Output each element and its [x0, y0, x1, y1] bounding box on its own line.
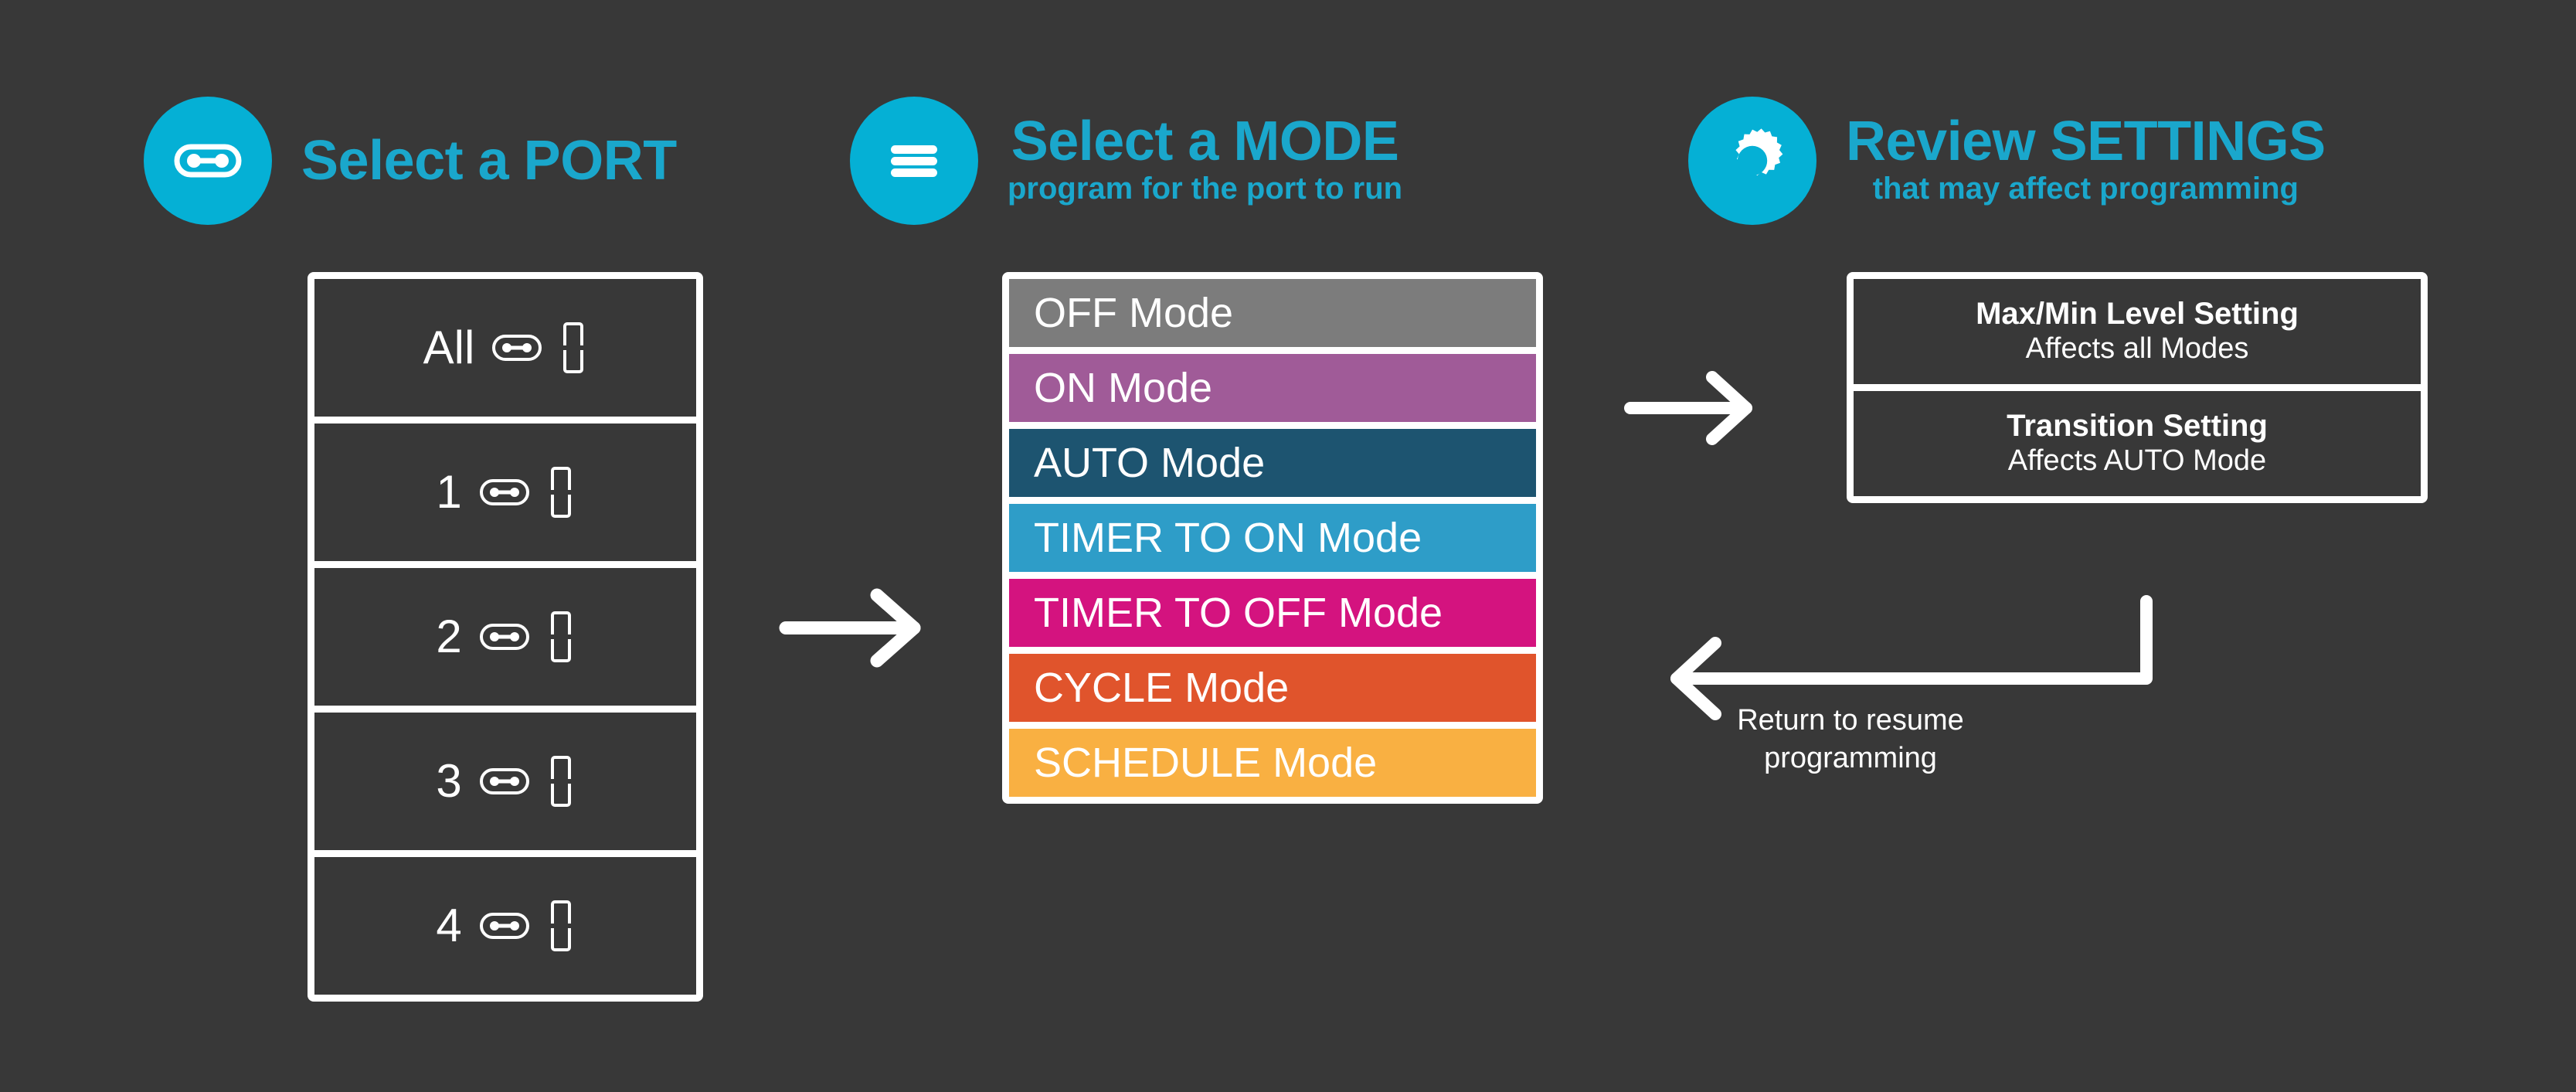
port-label: 1 [436, 466, 462, 518]
port-label: All [423, 321, 475, 373]
section-header-port: Select a PORT [144, 97, 677, 225]
hamburger-menu-icon [878, 125, 950, 196]
section-subtitle-settings: that may affect programming [1872, 172, 2299, 206]
mode-row[interactable]: CYCLE Mode [1009, 654, 1536, 722]
mode-label: ON Mode [1034, 365, 1213, 411]
mode-label: AUTO Mode [1034, 440, 1266, 486]
mode-row[interactable]: TIMER TO OFF Mode [1009, 579, 1536, 647]
light-fixture-icon [547, 465, 575, 519]
section-title-port: Select a PORT [301, 130, 677, 192]
light-fixture-icon [547, 899, 575, 953]
light-fixture-icon [547, 610, 575, 664]
mode-label: SCHEDULE Mode [1034, 740, 1378, 786]
setting-row[interactable]: Max/Min Level Setting Affects all Modes [1854, 279, 2421, 384]
port-row[interactable]: 1 [314, 424, 696, 561]
mode-list-panel: OFF Mode ON Mode AUTO Mode TIMER TO ON Mode… [1002, 272, 1543, 804]
gear-icon [1715, 124, 1789, 198]
arrow-port-to-mode [777, 587, 931, 668]
port-connector-icon [479, 477, 530, 508]
port-row[interactable]: 3 [314, 713, 696, 850]
setting-subtitle: Affects all Modes [2025, 332, 2249, 366]
settings-list-panel: Max/Min Level Setting Affects all Modes Tr… [1847, 272, 2428, 503]
section-subtitle-mode: program for the port to run [1008, 172, 1403, 206]
port-connector-icon [491, 332, 542, 363]
port-connector-icon [479, 766, 530, 797]
port-connector-icon [479, 621, 530, 652]
section-title-mode: Select a MODE [1011, 111, 1399, 172]
port-row[interactable]: 2 [314, 568, 696, 706]
port-label: 3 [436, 755, 462, 807]
arrow-mode-to-settings [1623, 369, 1762, 447]
port-label: 2 [436, 611, 462, 662]
port-connector-badge [144, 97, 272, 225]
mode-row[interactable]: TIMER TO ON Mode [1009, 504, 1536, 572]
mode-row[interactable]: ON Mode [1009, 354, 1536, 422]
mode-label: OFF Mode [1034, 290, 1234, 336]
mode-row[interactable]: OFF Mode [1009, 279, 1536, 347]
mode-label: TIMER TO ON Mode [1034, 515, 1422, 561]
return-note-label: Return to resume programming [1737, 704, 1964, 774]
setting-subtitle: Affects AUTO Mode [2007, 444, 2267, 478]
flow-diagram-canvas: Select a PORT Select a MODE program for … [0, 0, 2576, 1092]
setting-title: Max/Min Level Setting [1976, 297, 2299, 332]
menu-badge [850, 97, 978, 225]
setting-title: Transition Setting [2007, 409, 2268, 444]
section-title-settings: Review SETTINGS [1846, 111, 2326, 172]
arrow-right-icon [777, 587, 931, 668]
settings-badge [1688, 97, 1816, 225]
light-fixture-icon [559, 321, 587, 375]
arrow-right-icon [1623, 369, 1762, 447]
mode-label: TIMER TO OFF Mode [1034, 590, 1443, 636]
port-row[interactable]: All [314, 279, 696, 417]
light-fixture-icon [547, 754, 575, 808]
mode-row[interactable]: SCHEDULE Mode [1009, 729, 1536, 797]
mode-row[interactable]: AUTO Mode [1009, 429, 1536, 497]
section-header-settings: Review SETTINGS that may affect programm… [1688, 97, 2326, 225]
section-header-mode: Select a MODE program for the port to ru… [850, 97, 1402, 225]
setting-row[interactable]: Transition Setting Affects AUTO Mode [1854, 391, 2421, 496]
port-connector-icon [479, 910, 530, 941]
port-row[interactable]: 4 [314, 857, 696, 995]
port-label: 4 [436, 900, 462, 951]
mode-label: CYCLE Mode [1034, 665, 1290, 711]
port-list-panel: All 1 2 3 4 [308, 272, 703, 1002]
port-connector-icon [171, 124, 245, 198]
